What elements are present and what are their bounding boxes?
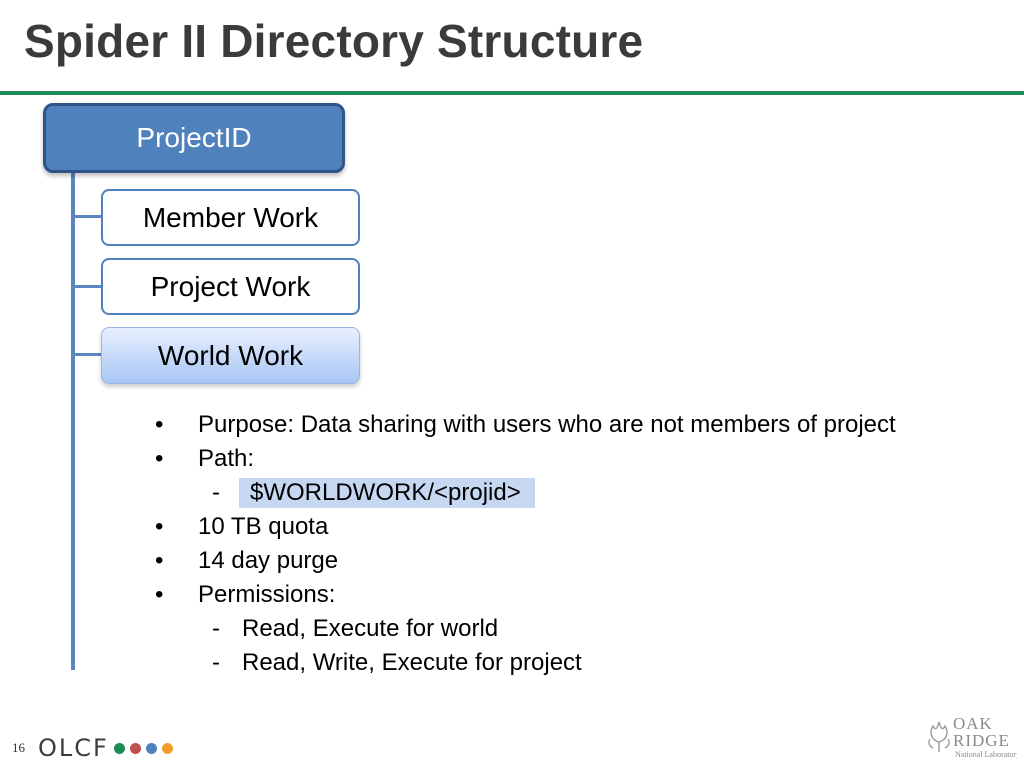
logo-dot-green — [113, 742, 125, 754]
dash-mark: - — [212, 615, 220, 642]
logo-dot-red — [129, 742, 141, 754]
purge-text: 14 day purge — [198, 547, 339, 574]
bullet-mark: • — [155, 411, 164, 438]
oak-leaf-icon — [928, 721, 950, 752]
tree-node-world-work: World Work — [101, 327, 360, 384]
tree-branch-world-work — [74, 353, 104, 356]
svg-text:RIDGE: RIDGE — [953, 731, 1010, 750]
tree-node-project-work: Project Work — [101, 258, 360, 315]
slide-title: Spider II Directory Structure — [24, 15, 644, 67]
tree-branch-project-work — [74, 285, 104, 288]
tree-branch-member-work — [74, 215, 104, 218]
worldwork-path-value: $WORLDWORK/<projid> — [239, 478, 535, 508]
dash-mark: - — [212, 649, 220, 676]
tree-connector-line — [71, 170, 75, 670]
bullet-mark: • — [155, 581, 164, 608]
page-number: 16 — [12, 740, 25, 755]
tree-root-projectid: ProjectID — [43, 103, 345, 173]
tree-node-member-work: Member Work — [101, 189, 360, 246]
permission-world: Read, Execute for world — [242, 615, 499, 642]
olcf-logo: OLCF — [38, 734, 173, 762]
logo-dot-orange — [161, 742, 173, 754]
bullet-mark: • — [155, 445, 164, 472]
svg-text:National Laboratory: National Laboratory — [955, 750, 1017, 759]
title-divider — [0, 91, 1024, 95]
dash-mark: - — [212, 479, 220, 506]
olcf-wordmark: OLCF — [38, 734, 109, 762]
quota-text: 10 TB quota — [198, 513, 329, 540]
logo-dot-blue — [145, 742, 157, 754]
bullet-mark: • — [155, 547, 164, 574]
oak-ridge-logo: OAK RIDGE National Laboratory — [928, 714, 1017, 759]
purpose-text: Purpose: Data sharing with users who are… — [198, 411, 896, 438]
permissions-label: Permissions: — [198, 581, 336, 608]
permission-project: Read, Write, Execute for project — [242, 649, 582, 676]
bullet-mark: • — [155, 513, 164, 540]
path-label: Path: — [198, 445, 255, 472]
